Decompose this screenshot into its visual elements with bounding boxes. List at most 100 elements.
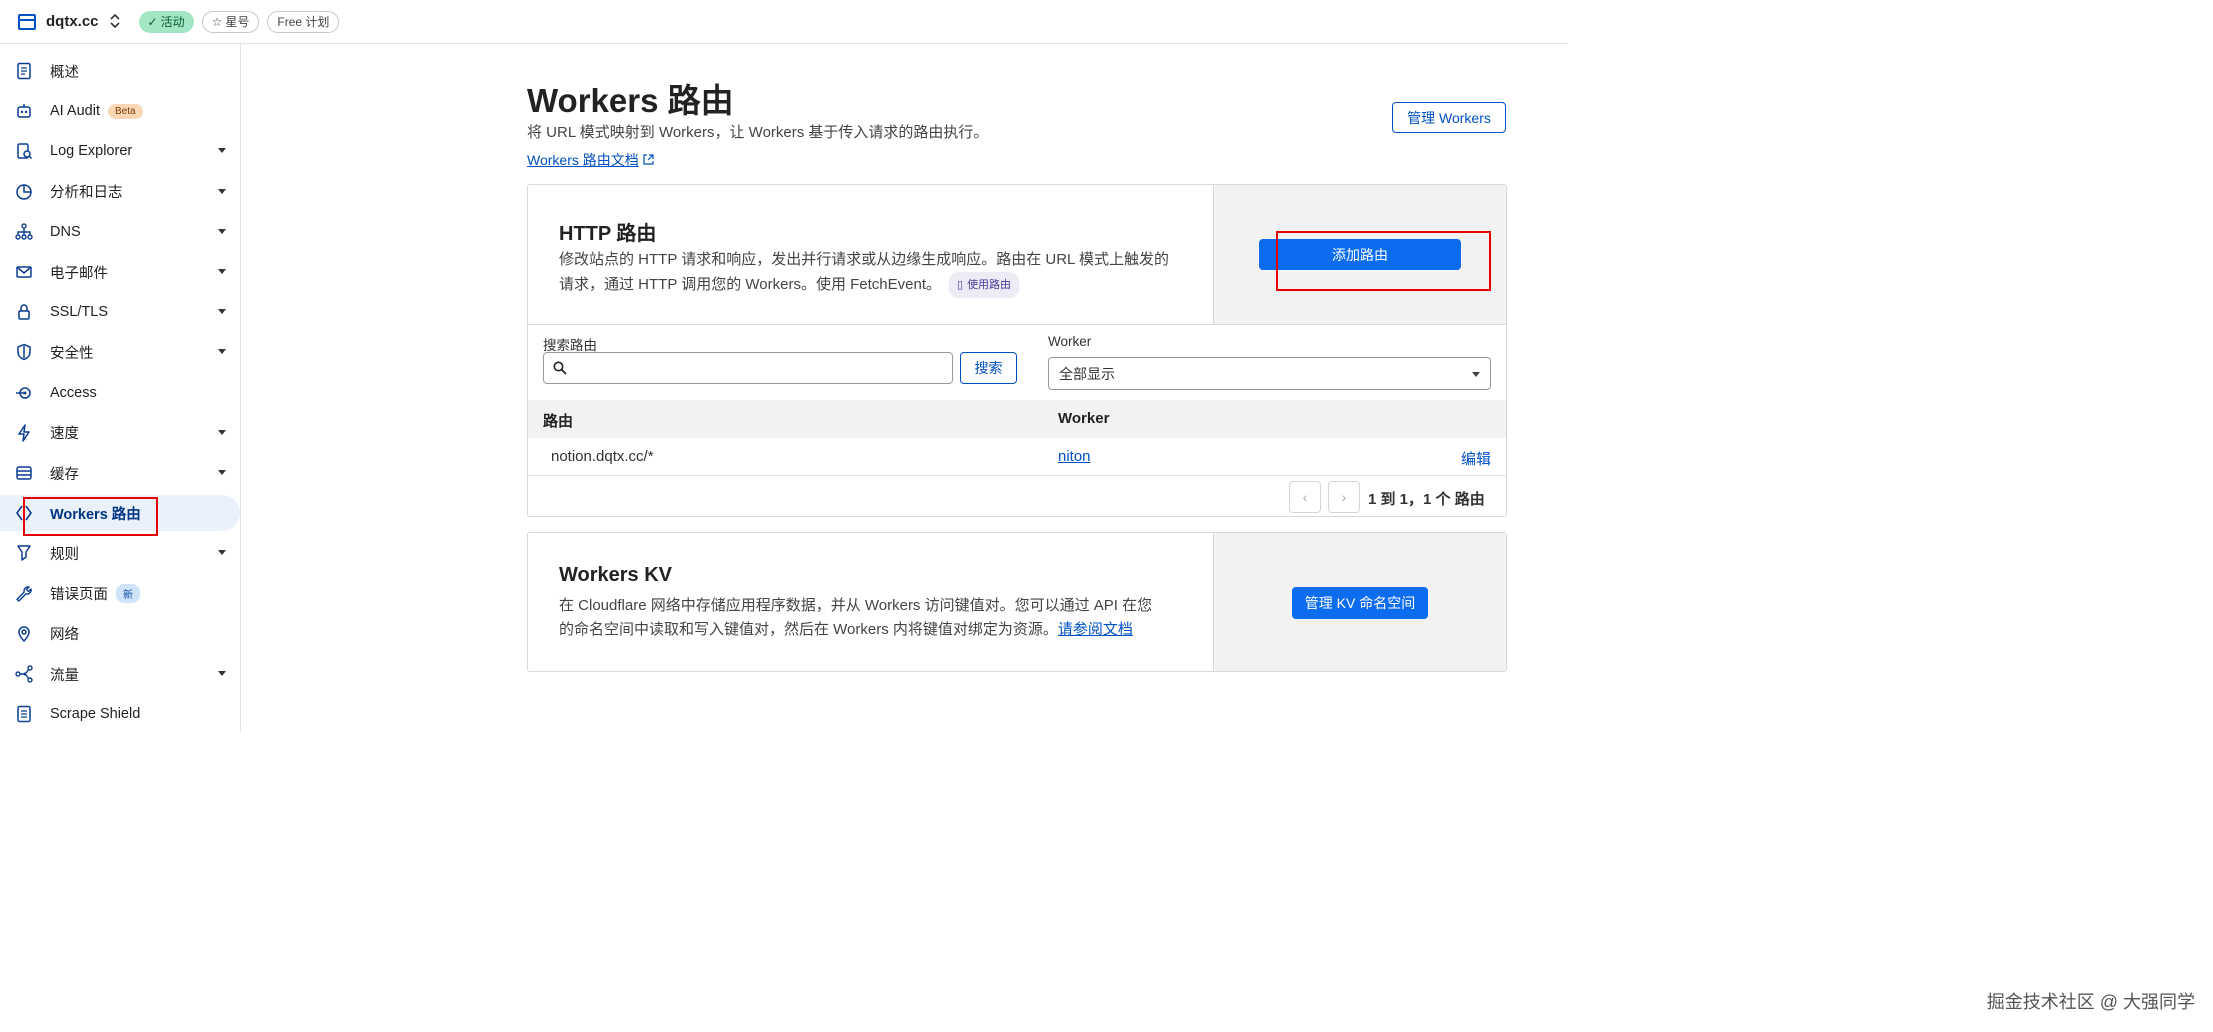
log-icon bbox=[14, 141, 34, 161]
traffic-icon bbox=[14, 664, 34, 684]
use-routes-chip[interactable]: ▯ 使用路由 bbox=[949, 272, 1020, 298]
workers-kv-description: 在 Cloudflare 网络中存储应用程序数据，并从 Workers 访问键值… bbox=[559, 594, 1199, 642]
access-icon bbox=[14, 383, 34, 403]
expand-caret-icon[interactable] bbox=[218, 188, 226, 194]
sidebar-item[interactable]: 概述 bbox=[0, 53, 240, 89]
plan-badge[interactable]: Free 计划 bbox=[267, 10, 340, 33]
search-routes-label: 搜索路由 bbox=[543, 338, 597, 353]
expand-caret-icon[interactable] bbox=[218, 309, 226, 315]
http-routes-description-line: 请求，通过 HTTP 调用您的 Workers。使用 FetchEvent。 ▯ 使… bbox=[559, 272, 1199, 298]
routes-table-header: 路由 Worker bbox=[528, 400, 1506, 438]
sidebar-item-label: Workers 路由 bbox=[50, 506, 141, 523]
sidebar-item-label: 网络 bbox=[50, 627, 79, 644]
page-subtitle: 将 URL 模式映射到 Workers，让 Workers 基于传入请求的路由执… bbox=[527, 124, 989, 141]
sidebar-item[interactable]: DNS bbox=[0, 214, 240, 250]
scrape-shield-icon bbox=[14, 704, 34, 724]
expand-caret-icon[interactable] bbox=[218, 148, 226, 154]
manage-kv-namespaces-button[interactable]: 管理 KV 命名空间 bbox=[1292, 587, 1428, 619]
add-route-button[interactable]: 添加路由 bbox=[1259, 239, 1461, 270]
sidebar-item[interactable]: 缓存 bbox=[0, 455, 240, 491]
sidebar-item-label: 错误页面 bbox=[50, 587, 108, 604]
sidebar-item[interactable]: Access bbox=[0, 375, 240, 411]
workers-kv-card: Workers KV 在 Cloudflare 网络中存储应用程序数据，并从 W… bbox=[527, 532, 1507, 672]
book-icon: ▯ bbox=[957, 279, 964, 291]
http-routes-description-text: 请求，通过 HTTP 调用您的 Workers。使用 FetchEvent。 bbox=[559, 276, 941, 293]
sidebar-item[interactable]: 电子邮件 bbox=[0, 254, 240, 290]
search-button[interactable]: 搜索 bbox=[960, 352, 1017, 384]
sidebar-item[interactable]: 分析和日志 bbox=[0, 174, 240, 210]
workers-routes-docs-link[interactable]: Workers 路由文档 bbox=[527, 150, 654, 170]
search-icon bbox=[553, 361, 567, 378]
sidebar-item-label: DNS bbox=[50, 223, 81, 240]
star-icon: ☆ bbox=[211, 14, 223, 29]
sidebar-item-label: 流量 bbox=[50, 667, 79, 684]
expand-caret-icon[interactable] bbox=[218, 470, 226, 475]
sidebar-item[interactable]: Log Explorer bbox=[0, 133, 240, 169]
shield-icon bbox=[14, 342, 34, 362]
sidebar-item-label: 分析和日志 bbox=[50, 185, 123, 202]
sidebar-item-label: 概述 bbox=[50, 64, 79, 81]
sidebar-item-label: AI Audit bbox=[50, 103, 100, 120]
sidebar-item-label: Scrape Shield bbox=[50, 706, 141, 723]
manage-workers-button[interactable]: 管理 Workers bbox=[1392, 102, 1506, 133]
search-routes-input[interactable] bbox=[543, 352, 953, 384]
sidebar-item[interactable]: 流量 bbox=[0, 656, 240, 692]
lightning-icon bbox=[14, 423, 34, 443]
network-tree-icon bbox=[14, 222, 34, 242]
expand-caret-icon[interactable] bbox=[218, 349, 226, 355]
sidebar-item-badge: 新 bbox=[116, 584, 140, 604]
sidebar-item[interactable]: 错误页面新 bbox=[0, 576, 240, 612]
http-routes-description-line: 修改站点的 HTTP 请求和响应，发出并行请求或从边缘生成响应。路由在 URL … bbox=[559, 251, 1170, 268]
star-button[interactable]: ☆ 星号 bbox=[201, 10, 260, 33]
expand-caret-icon[interactable] bbox=[218, 429, 226, 435]
star-button-label: 星号 bbox=[225, 15, 250, 29]
column-header-route: 路由 bbox=[543, 413, 574, 430]
workers-kv-description-line: 的命名空间中读取和写入键值对，然后在 Workers 内将键值对绑定为资源。请参… bbox=[559, 618, 1199, 642]
sidebar-item-badge: Beta bbox=[107, 103, 143, 119]
rules-icon bbox=[14, 543, 34, 563]
workers-kv-title: Workers KV bbox=[559, 564, 673, 586]
route-pattern: notion.dqtx.cc/* bbox=[551, 448, 654, 465]
expand-caret-icon[interactable] bbox=[218, 269, 226, 274]
sidebar-item[interactable]: 速度 bbox=[0, 415, 240, 451]
sidebar-item-label: 安全性 bbox=[50, 345, 94, 362]
zone-switcher-icon[interactable] bbox=[109, 13, 121, 31]
top-bar: dqtx.cc ✓ 活动 ☆ 星号 Free 计划 bbox=[0, 0, 1568, 44]
sidebar-item-label: 规则 bbox=[50, 546, 79, 563]
use-routes-chip-label: 使用路由 bbox=[967, 279, 1012, 291]
check-icon: ✓ bbox=[147, 14, 158, 29]
page-title: Workers 路由 bbox=[527, 82, 734, 119]
sidebar: 概述 AI Audit Beta Log Explorer 分析和日志 DNS 电子邮件 SS… bbox=[0, 44, 241, 732]
divider bbox=[528, 324, 1506, 325]
sidebar-item[interactable]: Workers 路由 bbox=[0, 495, 240, 532]
sidebar-item-label: 速度 bbox=[50, 426, 79, 443]
expand-caret-icon[interactable] bbox=[218, 228, 226, 234]
sidebar-item-label: 电子邮件 bbox=[50, 265, 108, 282]
kv-docs-link[interactable]: 请参阅文档 bbox=[1058, 621, 1133, 638]
document-icon bbox=[14, 61, 34, 81]
prev-page-button[interactable]: ‹ bbox=[1289, 481, 1321, 513]
http-routes-title: HTTP 路由 bbox=[559, 223, 657, 245]
sidebar-item-label: Log Explorer bbox=[50, 143, 133, 160]
sidebar-item[interactable]: 规则 bbox=[0, 535, 240, 571]
next-page-button[interactable]: › bbox=[1328, 481, 1360, 513]
sidebar-item[interactable]: SSL/TLS bbox=[0, 294, 240, 330]
sidebar-item[interactable]: Scrape Shield bbox=[0, 696, 240, 732]
expand-caret-icon[interactable] bbox=[218, 550, 226, 556]
expand-caret-icon[interactable] bbox=[218, 671, 226, 676]
sidebar-item[interactable]: 安全性 bbox=[0, 334, 240, 370]
worker-filter-select[interactable]: 全部显示 bbox=[1048, 357, 1491, 390]
worker-link[interactable]: niton bbox=[1058, 448, 1091, 465]
external-link-icon bbox=[643, 154, 654, 168]
sidebar-item[interactable]: 网络 bbox=[0, 616, 240, 652]
zone-name[interactable]: dqtx.cc bbox=[46, 13, 99, 30]
column-header-worker: Worker bbox=[1058, 410, 1110, 427]
wrench-icon bbox=[14, 584, 34, 604]
browser-window-icon bbox=[18, 13, 36, 30]
sidebar-item[interactable]: AI Audit Beta bbox=[0, 93, 240, 129]
edit-route-link[interactable]: 编辑 bbox=[1461, 448, 1491, 469]
cache-icon bbox=[14, 463, 34, 483]
chevron-down-icon bbox=[1472, 372, 1480, 377]
pie-chart-icon bbox=[14, 182, 34, 202]
sidebar-item-label: Access bbox=[50, 384, 97, 401]
